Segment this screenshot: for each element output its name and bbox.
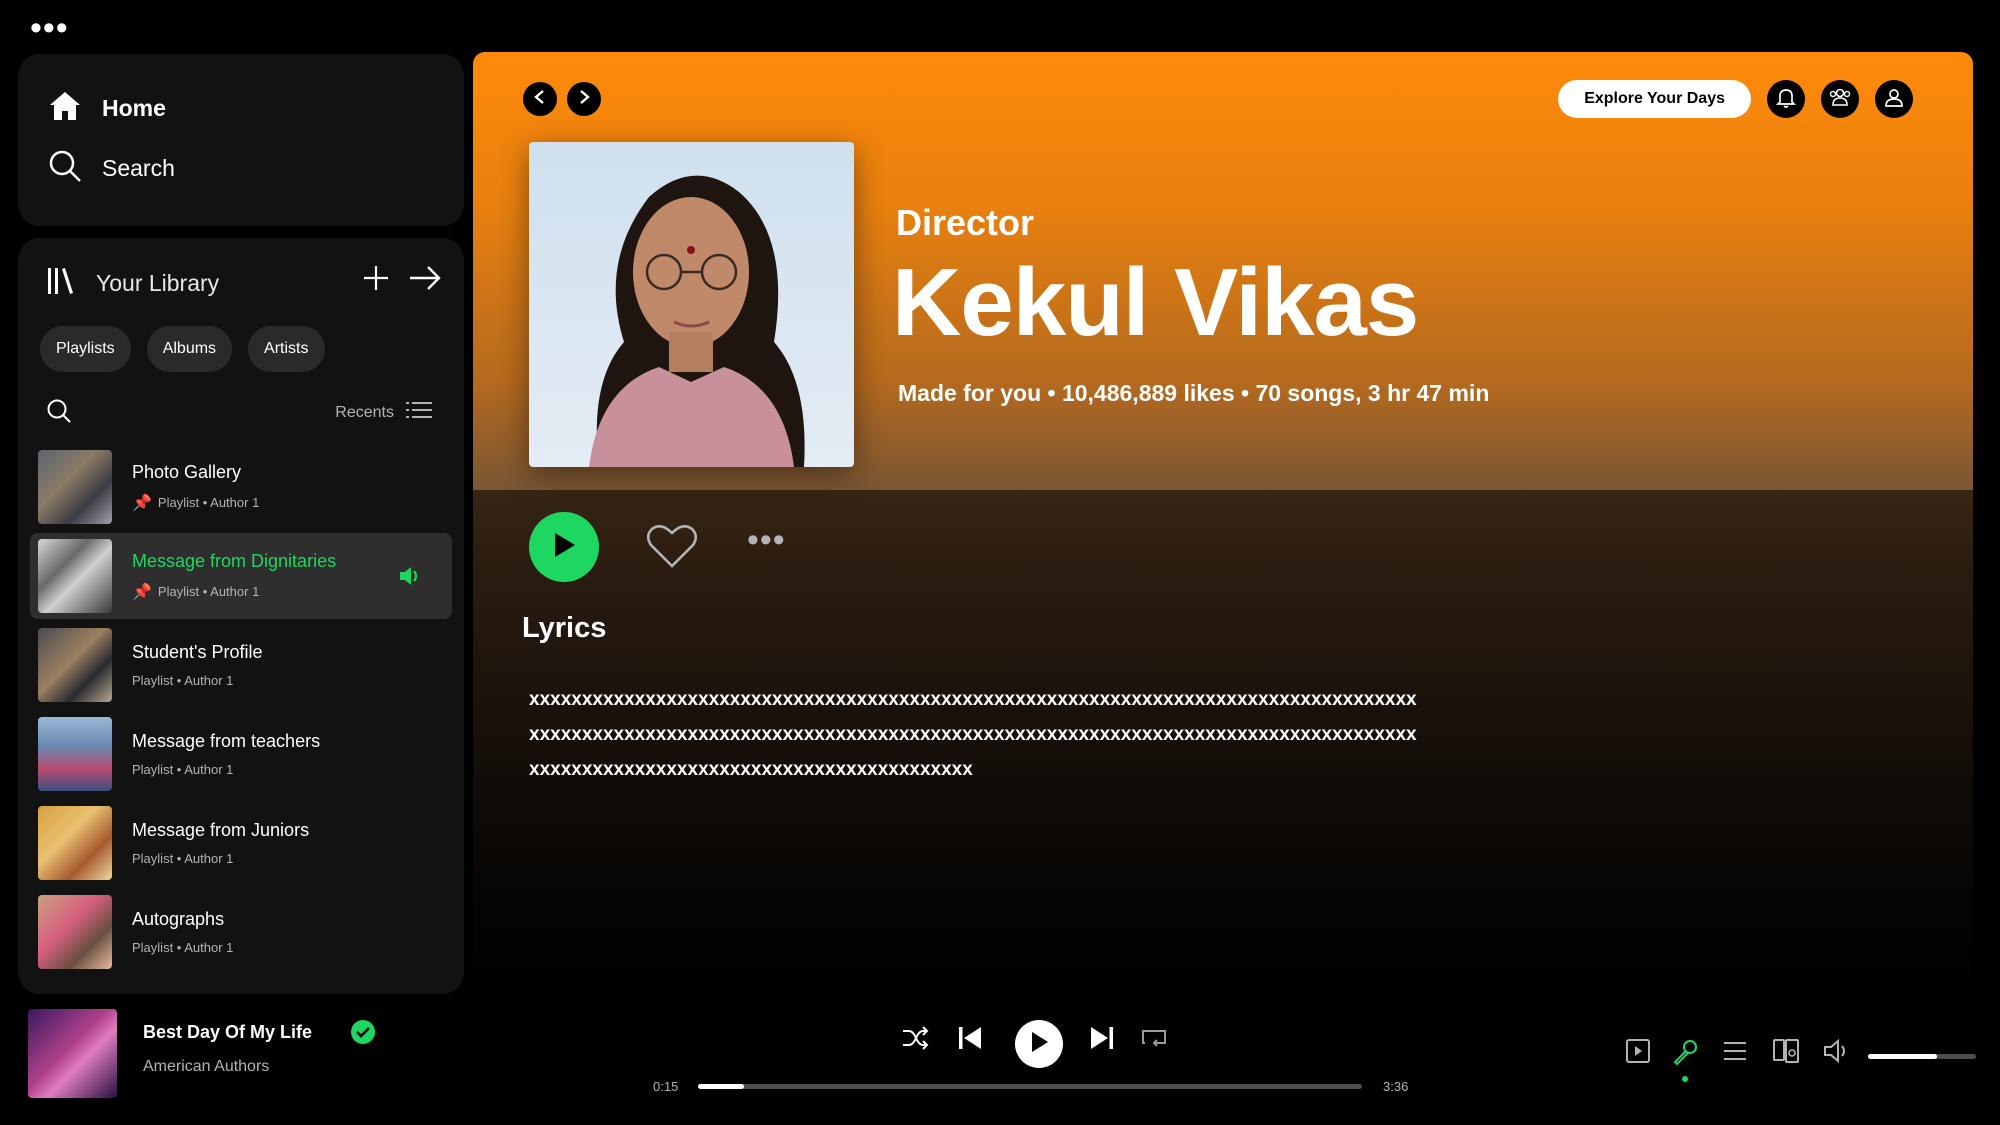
library-list: Photo Gallery 📌 Playlist • Author 1 Messa… bbox=[30, 444, 452, 978]
more-options-button[interactable]: ••• bbox=[747, 523, 786, 557]
lyrics-line: xxxxxxxxxxxxxxxxxxxxxxxxxxxxxxxxxxxxxxxx… bbox=[529, 724, 1417, 745]
connect-device-icon[interactable] bbox=[1772, 1038, 1800, 1069]
nav-home-label: Home bbox=[102, 95, 166, 121]
player-bar: Best Day Of My Life American Authors 0:1… bbox=[0, 994, 2000, 1125]
volume-slider[interactable] bbox=[1868, 1054, 1976, 1059]
library-header[interactable]: Your Library bbox=[46, 266, 219, 301]
page-title: Kekul Vikas bbox=[892, 249, 1419, 356]
nav-home[interactable]: Home bbox=[48, 90, 166, 127]
lyrics-heading: Lyrics bbox=[522, 612, 607, 644]
playlist-thumbnail bbox=[38, 717, 112, 791]
progress-bar[interactable] bbox=[698, 1084, 1362, 1089]
previous-track-icon[interactable] bbox=[957, 1024, 983, 1057]
library-item-title: Message from Dignitaries bbox=[132, 550, 337, 571]
friends-activity-button[interactable] bbox=[1821, 80, 1859, 118]
user-icon bbox=[1883, 86, 1905, 113]
now-playing-speaker-icon bbox=[398, 565, 422, 592]
nav-card: Home Search bbox=[18, 54, 464, 226]
shuffle-icon[interactable] bbox=[901, 1024, 929, 1057]
list-icon bbox=[406, 400, 432, 425]
chip-artists[interactable]: Artists bbox=[248, 326, 325, 372]
profile-button[interactable] bbox=[1875, 80, 1913, 118]
forward-button[interactable] bbox=[567, 82, 601, 116]
playlist-thumbnail bbox=[38, 539, 112, 613]
repeat-icon[interactable] bbox=[1140, 1024, 1168, 1057]
library-item-message-from-juniors[interactable]: Message from Juniors Playlist • Author 1 bbox=[30, 800, 452, 886]
pin-icon: 📌 bbox=[132, 583, 152, 601]
library-item-subtitle: Playlist • Author 1 bbox=[157, 584, 260, 599]
library-item-subtitle: Playlist • Author 1 bbox=[132, 940, 234, 955]
library-search-icon[interactable] bbox=[46, 398, 72, 429]
pin-icon: 📌 bbox=[132, 494, 152, 512]
active-indicator-dot bbox=[1682, 1076, 1688, 1082]
volume-icon[interactable] bbox=[1823, 1038, 1851, 1069]
filter-chips: Playlists Albums Artists bbox=[40, 326, 325, 372]
play-icon bbox=[1029, 1031, 1049, 1058]
chevron-right-icon bbox=[576, 89, 592, 110]
library-item-subtitle: Playlist • Author 1 bbox=[132, 851, 234, 866]
library-item-message-from-teachers[interactable]: Message from teachers Playlist • Author … bbox=[30, 711, 452, 797]
playlist-thumbnail bbox=[38, 806, 112, 880]
notifications-button[interactable] bbox=[1767, 80, 1805, 118]
library-item-subtitle: Playlist • Author 1 bbox=[157, 495, 260, 510]
window-menu-dots[interactable]: ••• bbox=[30, 11, 69, 45]
now-playing-title[interactable]: Best Day Of My Life bbox=[143, 1022, 312, 1043]
chip-playlists[interactable]: Playlists bbox=[40, 326, 131, 372]
home-icon bbox=[48, 90, 82, 127]
queue-icon[interactable] bbox=[1722, 1038, 1748, 1069]
cover-image bbox=[529, 142, 854, 467]
elapsed-time: 0:15 bbox=[653, 1079, 679, 1094]
lyrics-mic-icon[interactable] bbox=[1671, 1038, 1699, 1071]
nav-search-label: Search bbox=[102, 155, 175, 181]
lyrics-body: xxxxxxxxxxxxxxxxxxxxxxxxxxxxxxxxxxxxxxxx… bbox=[529, 682, 1629, 787]
main-panel: Explore Your Days Director Kekul Vikas M… bbox=[473, 52, 1973, 994]
group-icon bbox=[1828, 86, 1852, 113]
progress-fill bbox=[698, 1084, 744, 1089]
playlist-thumbnail bbox=[38, 628, 112, 702]
now-playing-thumbnail[interactable] bbox=[28, 1009, 117, 1098]
library-item-title: Student's Profile bbox=[132, 642, 263, 662]
next-track-icon[interactable] bbox=[1089, 1024, 1115, 1057]
library-item-photo-gallery[interactable]: Photo Gallery 📌 Playlist • Author 1 bbox=[30, 444, 452, 530]
library-item-title: Photo Gallery bbox=[132, 461, 242, 482]
now-playing-artist[interactable]: American Authors bbox=[143, 1058, 269, 1076]
library-item-subtitle: Playlist • Author 1 bbox=[132, 762, 234, 777]
chip-albums[interactable]: Albums bbox=[146, 326, 233, 372]
player-play-button[interactable] bbox=[1015, 1020, 1063, 1068]
library-item-students-profile[interactable]: Student's Profile Playlist • Author 1 bbox=[30, 622, 452, 708]
search-icon bbox=[48, 149, 82, 188]
back-button[interactable] bbox=[523, 82, 557, 116]
lyrics-line: xxxxxxxxxxxxxxxxxxxxxxxxxxxxxxxxxxxxxxxx… bbox=[529, 689, 1417, 710]
library-panel: Your Library Playlists Albums Artists Re… bbox=[18, 238, 464, 994]
library-icon bbox=[46, 266, 76, 301]
page-type-label: Director bbox=[896, 202, 1035, 243]
like-heart-icon[interactable] bbox=[645, 522, 699, 575]
library-item-subtitle: Playlist • Author 1 bbox=[132, 673, 234, 688]
playlist-meta: Made for you • 10,486,889 likes • 70 son… bbox=[898, 380, 1490, 406]
library-item-title: Message from Juniors bbox=[132, 820, 310, 840]
now-playing-view-icon[interactable] bbox=[1625, 1038, 1651, 1069]
library-title: Your Library bbox=[96, 270, 220, 296]
explore-your-days-button[interactable]: Explore Your Days bbox=[1558, 80, 1751, 118]
recents-sort[interactable]: Recents bbox=[335, 400, 432, 425]
volume-fill bbox=[1868, 1054, 1938, 1059]
library-item-message-from-dignitaries[interactable]: Message from Dignitaries 📌 Playlist • Aut… bbox=[30, 533, 452, 619]
duration-time: 3:36 bbox=[1383, 1079, 1409, 1094]
library-item-title: Autographs bbox=[132, 909, 225, 929]
add-icon[interactable] bbox=[362, 264, 390, 297]
chevron-left-icon bbox=[532, 89, 548, 110]
playlist-thumbnail bbox=[38, 450, 112, 524]
playlist-thumbnail bbox=[38, 895, 112, 969]
added-check-icon[interactable] bbox=[350, 1019, 376, 1050]
library-item-title: Message from teachers bbox=[132, 731, 321, 751]
library-item-autographs[interactable]: Autographs Playlist • Author 1 bbox=[30, 889, 452, 975]
play-button[interactable] bbox=[529, 512, 599, 582]
expand-arrow-icon[interactable] bbox=[408, 264, 442, 297]
bell-icon bbox=[1775, 86, 1797, 113]
lyrics-line: xxxxxxxxxxxxxxxxxxxxxxxxxxxxxxxxxxxxxxxx… bbox=[529, 759, 973, 780]
nav-search[interactable]: Search bbox=[48, 149, 175, 188]
recents-label: Recents bbox=[335, 403, 394, 421]
play-icon bbox=[551, 531, 577, 564]
